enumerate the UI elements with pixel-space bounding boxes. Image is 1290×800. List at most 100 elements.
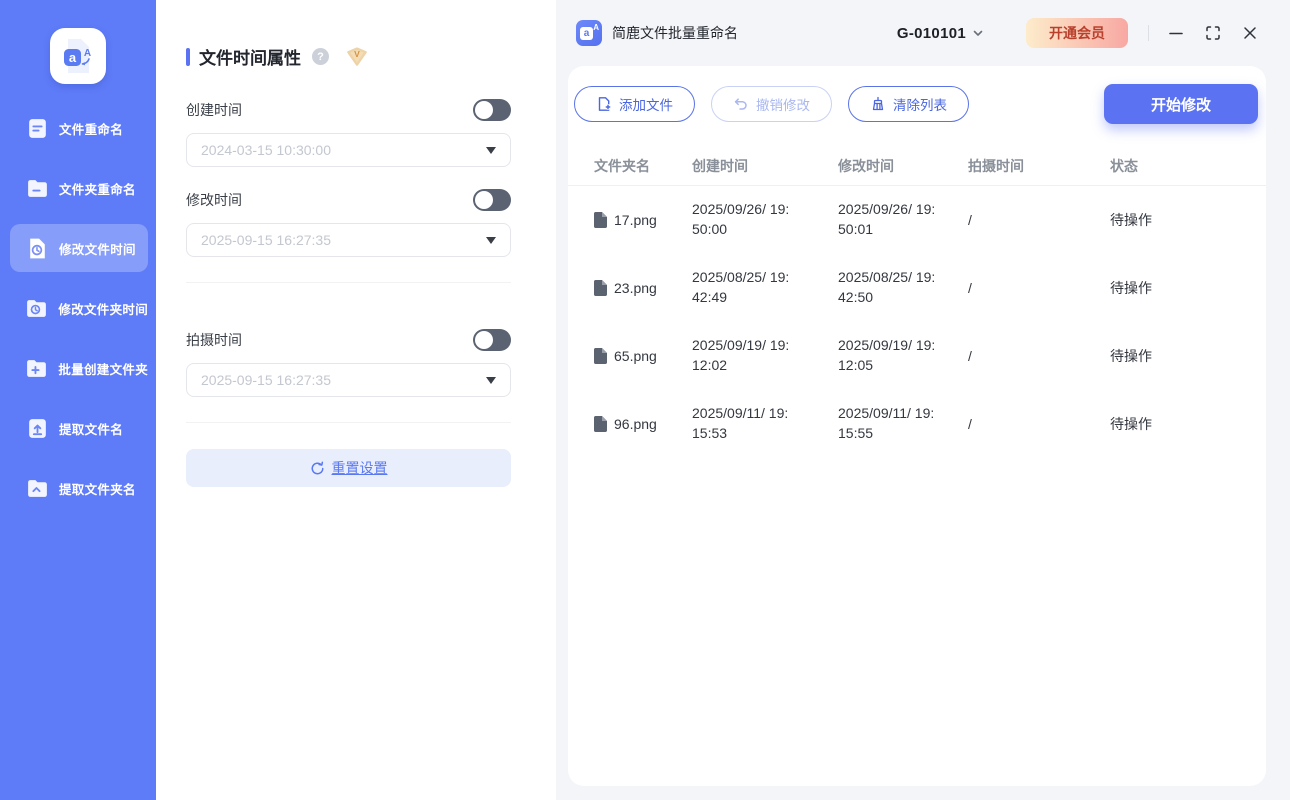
close-button[interactable] — [1240, 23, 1260, 43]
titlebar: aA 简鹿文件批量重命名 G-010101 开通会员 — [556, 0, 1290, 66]
help-icon[interactable]: ? — [312, 48, 329, 65]
undo-button[interactable]: 撤销修改 — [711, 86, 832, 122]
create-time-select[interactable]: 2024-03-15 10:30:00 — [186, 133, 511, 167]
clear-list-button[interactable]: 清除列表 — [848, 86, 969, 122]
sidebar-item-label: 文件重命名 — [59, 122, 124, 137]
settings-title-row: 文件时间属性 ? V — [186, 44, 511, 69]
extract-foldername-icon — [24, 475, 50, 501]
col-header-shot-time: 拍摄时间 — [968, 157, 1024, 174]
created-time-cell: 2025/09/26/ 19:50:00 — [692, 201, 790, 237]
reset-settings-label: 重置设置 — [331, 460, 388, 476]
folder-time-icon — [24, 295, 49, 321]
sidebar-item-label: 修改文件时间 — [59, 242, 136, 257]
file-table-body: 17.png 2025/09/26/ 19:50:00 2025/09/26/ 19… — [568, 186, 1266, 458]
title-accent-bar — [186, 47, 190, 66]
file-name-cell: 96.png — [594, 416, 692, 432]
created-time-cell: 2025/09/11/ 19:15:53 — [692, 405, 789, 441]
col-header-modified: 修改时间 — [838, 157, 894, 174]
table-row[interactable]: 65.png 2025/09/19/ 19:12:02 2025/09/19/ 19… — [568, 322, 1266, 390]
file-icon — [594, 348, 607, 364]
titlebar-right-group: G-010101 开通会员 — [897, 18, 1260, 48]
table-row[interactable]: 23.png 2025/08/25/ 19:42:49 2025/08/25/ 19… — [568, 254, 1266, 322]
shot-time-cell: / — [968, 416, 972, 432]
status-cell: 待操作 — [1110, 348, 1152, 364]
maximize-button[interactable] — [1203, 23, 1223, 43]
vip-badge-icon: V — [346, 47, 368, 66]
modify-time-toggle[interactable] — [473, 189, 511, 211]
shoot-time-select[interactable]: 2025-09-15 16:27:35 — [186, 363, 511, 397]
reset-settings-button[interactable]: 重置设置 — [186, 449, 511, 487]
status-cell: 待操作 — [1110, 212, 1152, 228]
file-icon — [594, 416, 607, 432]
start-modify-button[interactable]: 开始修改 — [1104, 84, 1258, 124]
file-name: 23.png — [614, 280, 657, 296]
table-row[interactable]: 17.png 2025/09/26/ 19:50:00 2025/09/26/ 19… — [568, 186, 1266, 254]
add-files-label: 添加文件 — [619, 98, 673, 113]
app-window: a A 文件重命名文件夹重命名 修改文件时间 修改文件夹时间 批量创建文件夹 提取文件名… — [0, 0, 1290, 800]
col-header-folder-name: 文件夹名 — [594, 157, 650, 174]
app-icon: aA — [576, 20, 602, 46]
toolbar: 添加文件 撤销修改 清除列表 开始修改 — [568, 84, 1266, 124]
sidebar-nav: 文件重命名文件夹重命名 修改文件时间 修改文件夹时间 批量创建文件夹 提取文件名提取文件… — [0, 104, 156, 524]
shoot-time-row: 拍摄时间 — [186, 329, 511, 351]
sidebar-item-label: 提取文件夹名 — [59, 482, 136, 497]
clear-list-label: 清除列表 — [893, 98, 947, 113]
extract-filename-icon — [24, 415, 50, 441]
table-row[interactable]: 96.png 2025/09/11/ 19:15:53 2025/09/11/ 19… — [568, 390, 1266, 458]
divider — [186, 282, 511, 283]
svg-text:V: V — [354, 49, 360, 59]
app-logo-icon: a A — [50, 28, 106, 84]
main-area: aA 简鹿文件批量重命名 G-010101 开通会员 添加文件 撤销修改 清除列… — [556, 0, 1290, 800]
modified-time-cell: 2025/09/26/ 19:50:01 — [838, 201, 936, 237]
divider — [186, 422, 511, 423]
sidebar-item-label: 提取文件名 — [59, 422, 124, 437]
undo-icon — [733, 96, 749, 112]
open-membership-button[interactable]: 开通会员 — [1026, 18, 1128, 48]
status-cell: 待操作 — [1110, 416, 1152, 432]
license-code-dropdown[interactable]: G-010101 — [897, 25, 984, 42]
minimize-button[interactable] — [1166, 23, 1186, 43]
add-files-button[interactable]: 添加文件 — [574, 86, 695, 122]
file-name: 17.png — [614, 212, 657, 228]
sidebar-item-4[interactable]: 修改文件夹时间 — [10, 284, 148, 332]
sidebar-item-label: 批量创建文件夹 — [58, 362, 148, 377]
logo-wrap: a A — [0, 0, 156, 84]
sidebar-item-label: 文件夹重命名 — [59, 182, 136, 197]
create-time-toggle[interactable] — [473, 99, 511, 121]
file-name-cell: 23.png — [594, 280, 692, 296]
sidebar-item-3[interactable]: 修改文件时间 — [10, 224, 148, 272]
modify-time-value: 2025-09-15 16:27:35 — [201, 232, 331, 248]
license-code: G-010101 — [896, 24, 966, 42]
sidebar-item-7[interactable]: 提取文件夹名 — [10, 464, 148, 512]
sidebar-item-6[interactable]: 提取文件名 — [10, 404, 148, 452]
toggle-knob — [475, 191, 493, 209]
caret-down-icon — [486, 236, 496, 244]
file-name: 96.png — [614, 416, 657, 432]
modify-time-label: 修改时间 — [186, 192, 242, 208]
modified-time-cell: 2025/09/19/ 19:12:05 — [838, 337, 936, 373]
created-time-cell: 2025/09/19/ 19:12:02 — [692, 337, 790, 373]
sidebar-item-2[interactable]: 文件夹重命名 — [10, 164, 148, 212]
undo-label: 撤销修改 — [756, 98, 810, 113]
file-name: 65.png — [614, 348, 657, 364]
modified-time-cell: 2025/09/11/ 19:15:55 — [838, 405, 935, 441]
sidebar-item-1[interactable]: 文件重命名 — [10, 104, 148, 152]
settings-panel: 文件时间属性 ? V 创建时间 2024-03-15 10:30:00 修改时间… — [156, 0, 556, 800]
table-header: 文件夹名 创建时间 修改时间 拍摄时间 状态 — [568, 146, 1266, 186]
file-list-card: 添加文件 撤销修改 清除列表 开始修改 文件夹名 创建时间 修改时间 拍摄时间 … — [568, 66, 1266, 786]
svg-text:a: a — [69, 50, 77, 65]
caret-down-icon — [486, 376, 496, 384]
shot-time-cell: / — [968, 348, 972, 364]
folder-create-icon — [24, 355, 49, 381]
modify-time-select[interactable]: 2025-09-15 16:27:35 — [186, 223, 511, 257]
created-time-cell: 2025/08/25/ 19:42:49 — [692, 269, 790, 305]
col-header-status: 状态 — [1110, 157, 1138, 174]
broom-icon — [870, 96, 886, 112]
file-time-icon — [24, 235, 50, 261]
toggle-knob — [475, 331, 493, 349]
sidebar-item-5[interactable]: 批量创建文件夹 — [10, 344, 148, 392]
shoot-time-toggle[interactable] — [473, 329, 511, 351]
titlebar-divider — [1148, 25, 1149, 41]
modify-time-row: 修改时间 — [186, 189, 511, 211]
sidebar-item-label: 修改文件夹时间 — [58, 302, 148, 317]
